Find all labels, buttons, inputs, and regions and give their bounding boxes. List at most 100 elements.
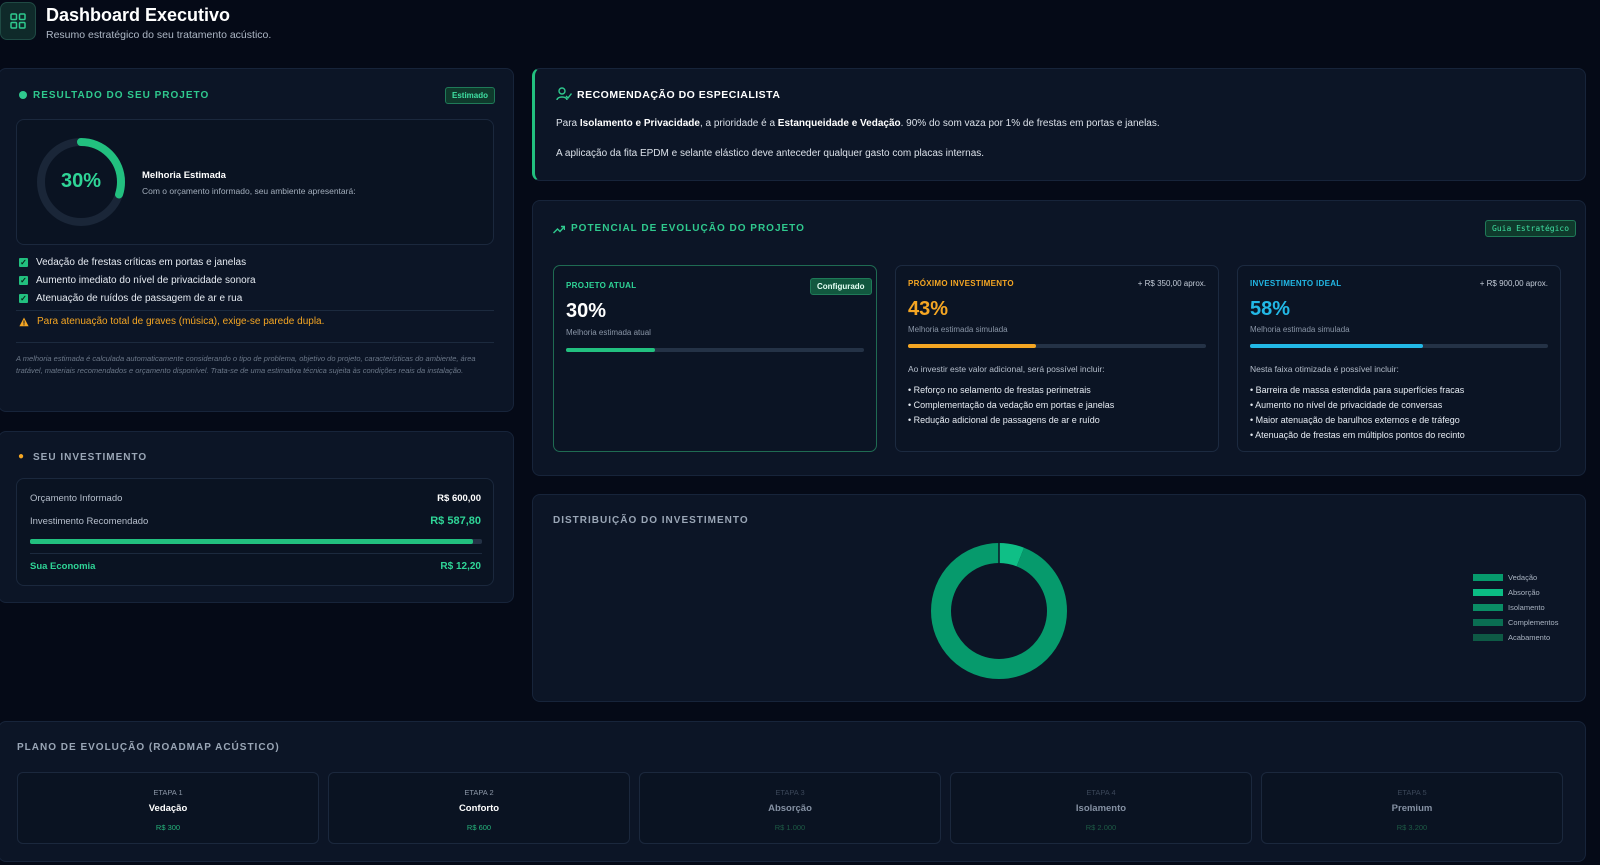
legend-item[interactable]: Vedação (1473, 573, 1537, 582)
current-project-card: PROJETO ATUAL Configurado 30% Melhoria e… (553, 265, 877, 452)
next-progress-fill (908, 344, 1037, 348)
divider (16, 342, 494, 343)
distribution-donut-chart (931, 543, 1067, 679)
result-item: ✓ Atenuação de ruídos de passagem de ar e… (19, 293, 243, 304)
ideal-investment-card: INVESTIMENTO IDEAL + R$ 900,00 aprox. 58… (1237, 265, 1561, 452)
next-investment-card: PRÓXIMO INVESTIMENTO + R$ 350,00 aprox. … (895, 265, 1219, 452)
legend-label: Complementos (1508, 618, 1559, 627)
donut-slice-vedação[interactable] (931, 543, 1067, 679)
estimated-badge: Estimado (445, 87, 496, 104)
legend-swatch (1473, 604, 1503, 611)
roadmap-stage-3[interactable]: ETAPA 3 Absorção R$ 1.000 (639, 772, 941, 844)
check-icon: ✓ (19, 276, 28, 285)
recommendation-title: RECOMENDAÇÃO DO ESPECIALISTA (577, 89, 781, 101)
current-percent: 30% (566, 300, 607, 322)
legend-item[interactable]: Complementos (1473, 618, 1558, 627)
legend-item[interactable]: Acabamento (1473, 633, 1550, 642)
legend-swatch (1473, 589, 1503, 596)
list-item: • Redução adicional de passagens de ar e… (908, 415, 1100, 425)
list-item: • Complementação da vedação em portas e … (908, 400, 1115, 410)
configured-badge: Configurado (810, 278, 872, 295)
budget-value: R$ 600,00 (437, 493, 481, 504)
chart-legend: Vedação Absorção Isolamento Complementos Aca… (1473, 573, 1583, 653)
next-percent: 43% (908, 298, 949, 320)
trend-up-icon (553, 225, 565, 234)
budget-label: Orçamento Informado (30, 493, 123, 504)
check-icon: ✓ (19, 258, 28, 267)
recommendation-card: RECOMENDAÇÃO DO ESPECIALISTA Para Isolam… (532, 68, 1586, 181)
money-bag-icon: ● (18, 451, 25, 462)
result-item: ✓ Vedação de frestas críticas em portas e… (19, 257, 247, 268)
recommended-label: Investimento Recomendado (30, 516, 149, 527)
strategic-guide-badge: Guia Estratégico (1485, 220, 1577, 237)
page-subtitle: Resumo estratégico do seu tratamento acú… (46, 29, 272, 41)
list-item: • Maior atenuação de barulhos externos e… (1250, 415, 1460, 425)
result-footnote: A melhoria estimada é calculada automati… (16, 354, 476, 375)
evolution-card: POTENCIAL DE EVOLUÇÃO DO PROJETO Guia Es… (532, 200, 1586, 476)
list-item: • Aumento no nível de privacidade de con… (1250, 400, 1443, 410)
legend-label: Vedação (1508, 573, 1538, 582)
improvement-percent: 30% (60, 170, 102, 192)
roadmap-title: PLANO DE EVOLUÇÃO (ROADMAP ACÚSTICO) (17, 742, 280, 753)
check-icon: ✓ (19, 294, 28, 303)
warning-row: Para atenuação total de graves (música),… (19, 316, 324, 327)
ideal-progress-fill (1250, 344, 1423, 348)
list-item: • Atenuação de frestas em múltiplos pont… (1250, 430, 1465, 440)
legend-swatch (1473, 619, 1503, 626)
warning-icon (19, 317, 29, 326)
improvement-text: Com o orçamento informado, seu ambiente … (142, 186, 356, 196)
list-item: • Reforço no selamento de frestas perime… (908, 385, 1091, 395)
app-logo (0, 2, 36, 40)
next-intro: Ao investir este valor adicional, será p… (908, 364, 1105, 374)
list-item: • Barreira de massa estendida para super… (1250, 385, 1465, 395)
next-price: + R$ 350,00 aprox. (1137, 279, 1206, 288)
legend-item[interactable]: Absorção (1473, 588, 1540, 597)
page-title: Dashboard Executivo (46, 5, 231, 25)
divider (30, 553, 482, 554)
evolution-title: POTENCIAL DE EVOLUÇÃO DO PROJETO (571, 223, 805, 234)
divider (16, 310, 494, 311)
next-progress (908, 344, 1206, 348)
roadmap-stage-4[interactable]: ETAPA 4 Isolamento R$ 2.000 (950, 772, 1252, 844)
roadmap-stage-5[interactable]: ETAPA 5 Premium R$ 3.200 (1261, 772, 1563, 844)
ideal-progress (1250, 344, 1548, 348)
savings-label: Sua Economia (30, 561, 96, 572)
result-item: ✓ Aumento imediato do nível de privacidad… (19, 275, 256, 286)
ideal-label: INVESTIMENTO IDEAL (1250, 279, 1342, 288)
current-progress-fill (566, 348, 656, 352)
next-label: PRÓXIMO INVESTIMENTO (908, 279, 1014, 288)
ideal-price: + R$ 900,00 aprox. (1479, 279, 1548, 288)
investment-card: ● SEU INVESTIMENTO Orçamento Informado R… (0, 431, 514, 603)
ideal-percent: 58% (1250, 298, 1291, 320)
recommended-value: R$ 587,80 (430, 515, 481, 527)
current-sub: Melhoria estimada atual (566, 328, 651, 337)
result-card: RESULTADO DO SEU PROJETO Estimado 30% Me… (0, 68, 514, 412)
investment-title: SEU INVESTIMENTO (33, 452, 148, 463)
distribution-card: DISTRIBUIÇÃO DO INVESTIMENTO Vedação Abso… (532, 494, 1586, 702)
next-sub: Melhoria estimada simulada (908, 325, 1008, 334)
ideal-intro: Nesta faixa otimizada é possível incluir… (1250, 364, 1399, 374)
legend-label: Absorção (1508, 588, 1540, 597)
investment-box: Orçamento Informado R$ 600,00 Investimen… (16, 478, 494, 586)
legend-item[interactable]: Isolamento (1473, 603, 1545, 612)
roadmap-stage-1[interactable]: ETAPA 1 Vedação R$ 300 (17, 772, 319, 844)
legend-swatch (1473, 574, 1503, 581)
savings-value: R$ 12,20 (440, 561, 481, 572)
current-label: PROJETO ATUAL (566, 281, 637, 290)
ideal-sub: Melhoria estimada simulada (1250, 325, 1350, 334)
roadmap-stage-2[interactable]: ETAPA 2 Conforto R$ 600 (328, 772, 630, 844)
expert-icon (556, 87, 572, 101)
current-progress (566, 348, 864, 352)
improvement-box: 30% Melhoria Estimada Com o orçamento in… (16, 119, 494, 245)
ideal-list: • Barreira de massa estendida para super… (1250, 383, 1465, 443)
legend-label: Acabamento (1508, 633, 1551, 642)
recommendation-text-1: Para Isolamento e Privacidade, a priorid… (556, 118, 1160, 129)
roadmap-card: PLANO DE EVOLUÇÃO (ROADMAP ACÚSTICO) ETA… (0, 721, 1586, 862)
distribution-title: DISTRIBUIÇÃO DO INVESTIMENTO (553, 515, 749, 526)
legend-label: Isolamento (1508, 603, 1545, 612)
dashboard-icon (10, 13, 26, 29)
investment-progress-fill (30, 539, 473, 544)
legend-swatch (1473, 634, 1503, 641)
next-list: • Reforço no selamento de frestas perime… (908, 383, 1114, 428)
result-title: RESULTADO DO SEU PROJETO (33, 90, 210, 101)
